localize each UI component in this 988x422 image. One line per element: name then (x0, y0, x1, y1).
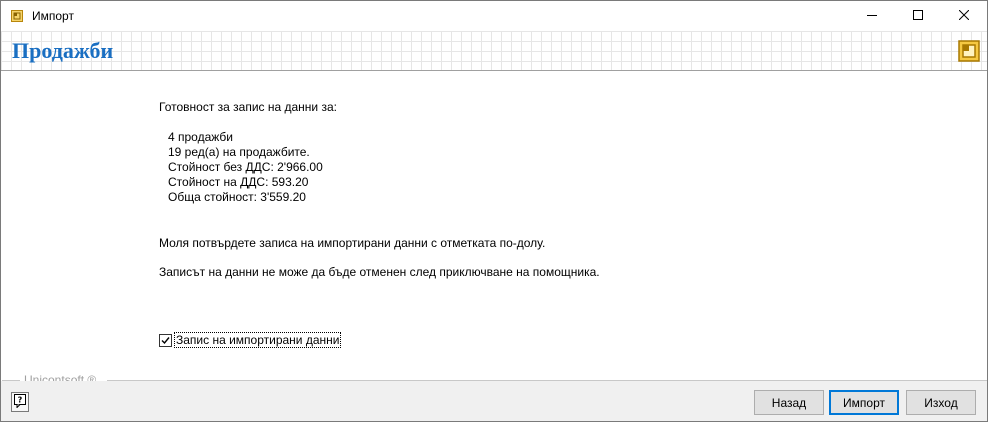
maximize-icon (913, 9, 923, 23)
window-title: Импорт (32, 9, 74, 23)
ready-line: Готовност за запис на данни за: (159, 100, 337, 114)
exit-button[interactable]: Изход (906, 390, 976, 415)
irreversible-warning: Записът на данни не може да бъде отменен… (159, 265, 600, 279)
minimize-button[interactable] (849, 1, 895, 31)
close-button[interactable] (941, 1, 987, 31)
stat-vat-value: Стойност на ДДС: 593.20 (168, 175, 309, 189)
save-imported-data-label[interactable]: Запис на импортирани данни (174, 332, 342, 348)
confirm-instruction: Моля потвърдете записа на импортирани да… (159, 236, 546, 250)
title-bar: Импорт (1, 1, 987, 31)
import-wizard-window: Импорт Продажби Готовност за запис на да… (0, 0, 988, 422)
checkmark-icon (161, 336, 170, 344)
wizard-footer: ? Назад Импорт Изход (1, 381, 987, 421)
import-button[interactable]: Импорт (829, 390, 899, 415)
save-imported-data-option[interactable]: Запис на импортирани данни (159, 332, 342, 348)
close-icon (958, 9, 970, 23)
unicontsoft-logo (958, 40, 980, 62)
svg-text:?: ? (18, 395, 23, 404)
minimize-icon (867, 9, 877, 23)
maximize-button[interactable] (895, 1, 941, 31)
import-summary: 4 продажби 19 ред(а) на продажбите. Стой… (168, 130, 323, 205)
stat-value-without-vat: Стойност без ДДС: 2'966.00 (168, 160, 323, 174)
wizard-header: Продажби (1, 31, 987, 71)
stat-sales-count: 4 продажби (168, 130, 234, 144)
help-button[interactable]: ? (11, 392, 29, 412)
help-icon: ? (14, 393, 26, 411)
app-icon (11, 10, 23, 22)
back-button[interactable]: Назад (754, 390, 824, 415)
stat-total-value: Обща стойност: 3'559.20 (168, 190, 306, 204)
stat-rows-count: 19 ред(а) на продажбите. (168, 145, 310, 159)
page-title: Продажби (12, 38, 114, 63)
save-imported-data-checkbox[interactable] (159, 333, 172, 347)
